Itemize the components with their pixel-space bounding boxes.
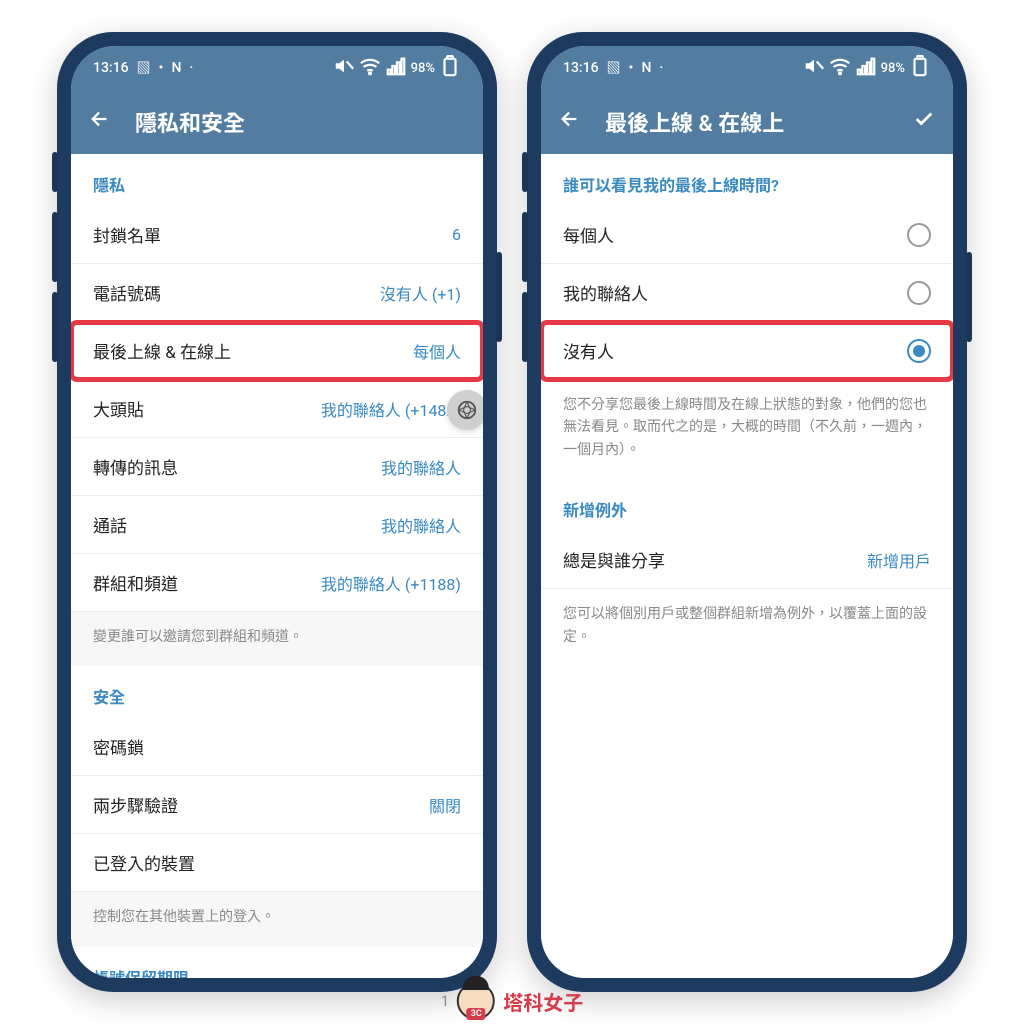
app-header: 最後上線 & 在線上 — [541, 90, 953, 154]
power-button[interactable] — [966, 252, 972, 342]
row-label: 最後上線 & 在線上 — [93, 338, 231, 363]
row-label: 轉傳的訊息 — [93, 454, 178, 479]
netflix-icon: N — [171, 60, 181, 76]
row-label: 通話 — [93, 512, 127, 537]
radio-icon-selected — [907, 339, 931, 363]
row-value: 關閉 — [429, 793, 461, 817]
option-everybody[interactable]: 每個人 — [541, 206, 953, 264]
row-label: 電話號碼 — [93, 280, 161, 305]
row-forwarded-messages[interactable]: 轉傳的訊息 我的聯絡人 — [71, 438, 483, 496]
status-time: 13:16 — [563, 60, 599, 76]
row-value: 我的聯絡人 — [381, 513, 461, 537]
content-area[interactable]: 誰可以看見我的最後上線時間? 每個人 我的聯絡人 沒有人 您不分享您最後上線時間… — [541, 154, 953, 978]
app-header: 隱私和安全 — [71, 90, 483, 154]
row-profile-photo[interactable]: 大頭貼 我的聯絡人 (+1482) — [71, 380, 483, 438]
row-active-sessions[interactable]: 已登入的裝置 — [71, 834, 483, 892]
back-button[interactable] — [89, 108, 111, 136]
row-value: 我的聯絡人 — [381, 455, 461, 479]
option-hint: 您不分享您最後上線時間及在線上狀態的對象，他們的您也無法看見。取而代之的是，大概… — [541, 380, 953, 479]
row-phone-number[interactable]: 電話號碼 沒有人 (+1) — [71, 264, 483, 322]
row-label: 封鎖名單 — [93, 222, 161, 247]
row-value: 沒有人 (+1) — [380, 281, 461, 305]
row-label: 群組和頻道 — [93, 570, 178, 595]
row-label: 兩步驟驗證 — [93, 792, 178, 817]
battery-pct: 98% — [881, 61, 905, 76]
status-bar: 13:16 ▧ • N · 98% — [71, 46, 483, 90]
privacy-hint: 變更誰可以邀請您到群組和頻道。 — [71, 612, 483, 666]
back-button[interactable] — [559, 108, 581, 136]
camera-shutter-icon — [447, 390, 483, 430]
row-value: 每個人 — [413, 339, 461, 363]
row-passcode[interactable]: 密碼鎖 — [71, 718, 483, 776]
section-retain-title: 帳號保留期限 — [71, 947, 483, 978]
option-label: 沒有人 — [563, 338, 614, 363]
more-icon: · — [189, 60, 193, 76]
section-privacy-title: 隱私 — [71, 154, 483, 206]
option-nobody[interactable]: 沒有人 — [541, 322, 953, 380]
row-value: 我的聯絡人 (+1188) — [321, 571, 461, 595]
signal-icon — [855, 55, 877, 81]
security-hint: 控制您在其他裝置上的登入。 — [71, 892, 483, 946]
exceptions-title: 新增例外 — [541, 479, 953, 531]
wifi-icon — [359, 55, 381, 81]
option-label: 我的聯絡人 — [563, 280, 648, 305]
row-value: 6 — [452, 225, 461, 244]
row-value: 新增用戶 — [867, 548, 931, 572]
mute-icon — [333, 55, 355, 81]
volume-down[interactable] — [522, 292, 528, 362]
radio-icon — [907, 223, 931, 247]
radio-icon — [907, 281, 931, 305]
wifi-icon — [829, 55, 851, 81]
netflix-icon: N — [641, 60, 651, 76]
row-calls[interactable]: 通話 我的聯絡人 — [71, 496, 483, 554]
question-title: 誰可以看見我的最後上線時間? — [541, 154, 953, 206]
content-area[interactable]: 隱私 封鎖名單 6 電話號碼 沒有人 (+1) 最後上線 & 在線上 每個人 大… — [71, 154, 483, 978]
row-label: 密碼鎖 — [93, 734, 144, 759]
row-last-seen[interactable]: 最後上線 & 在線上 每個人 — [71, 322, 483, 380]
row-label: 大頭貼 — [93, 396, 144, 421]
mute-icon — [803, 55, 825, 81]
signal-icon — [385, 55, 407, 81]
page-title: 隱私和安全 — [135, 106, 245, 138]
option-label: 每個人 — [563, 222, 614, 247]
power-button[interactable] — [496, 252, 502, 342]
phone-right: 13:16 ▧ • N · 98% — [527, 32, 967, 992]
page-title: 最後上線 & 在線上 — [605, 106, 784, 138]
bullet-icon: • — [629, 60, 634, 76]
gallery-icon: ▧ — [607, 58, 621, 78]
watermark-avatar: 3C — [457, 982, 495, 1020]
section-security-title: 安全 — [71, 666, 483, 718]
confirm-button[interactable] — [913, 108, 935, 136]
battery-pct: 98% — [411, 61, 435, 76]
row-value: 我的聯絡人 (+1482) — [321, 397, 461, 421]
status-time: 13:16 — [93, 60, 129, 76]
row-groups-channels[interactable]: 群組和頻道 我的聯絡人 (+1188) — [71, 554, 483, 612]
row-always-share[interactable]: 總是與誰分享 新增用戶 — [541, 531, 953, 589]
watermark-text: 塔科女子 — [503, 987, 583, 1016]
watermark: 1 3C 塔科女子 — [441, 982, 583, 1020]
mute-switch[interactable] — [522, 152, 528, 192]
volume-down[interactable] — [52, 292, 58, 362]
row-two-step[interactable]: 兩步驟驗證 關閉 — [71, 776, 483, 834]
more-icon: · — [659, 60, 663, 76]
row-blocklist[interactable]: 封鎖名單 6 — [71, 206, 483, 264]
mute-switch[interactable] — [52, 152, 58, 192]
row-label: 總是與誰分享 — [563, 547, 665, 572]
volume-up[interactable] — [522, 212, 528, 282]
battery-icon — [909, 55, 931, 81]
exceptions-hint: 您可以將個別用戶或整個群組新增為例外，以覆蓋上面的設定。 — [541, 589, 953, 666]
row-label: 已登入的裝置 — [93, 850, 195, 875]
bullet-icon: • — [159, 60, 164, 76]
status-bar: 13:16 ▧ • N · 98% — [541, 46, 953, 90]
gallery-icon: ▧ — [137, 58, 151, 78]
watermark-badge: 3C — [467, 1008, 486, 1020]
volume-up[interactable] — [52, 212, 58, 282]
battery-icon — [439, 55, 461, 81]
option-contacts[interactable]: 我的聯絡人 — [541, 264, 953, 322]
phone-left: 13:16 ▧ • N · 98% — [57, 32, 497, 992]
